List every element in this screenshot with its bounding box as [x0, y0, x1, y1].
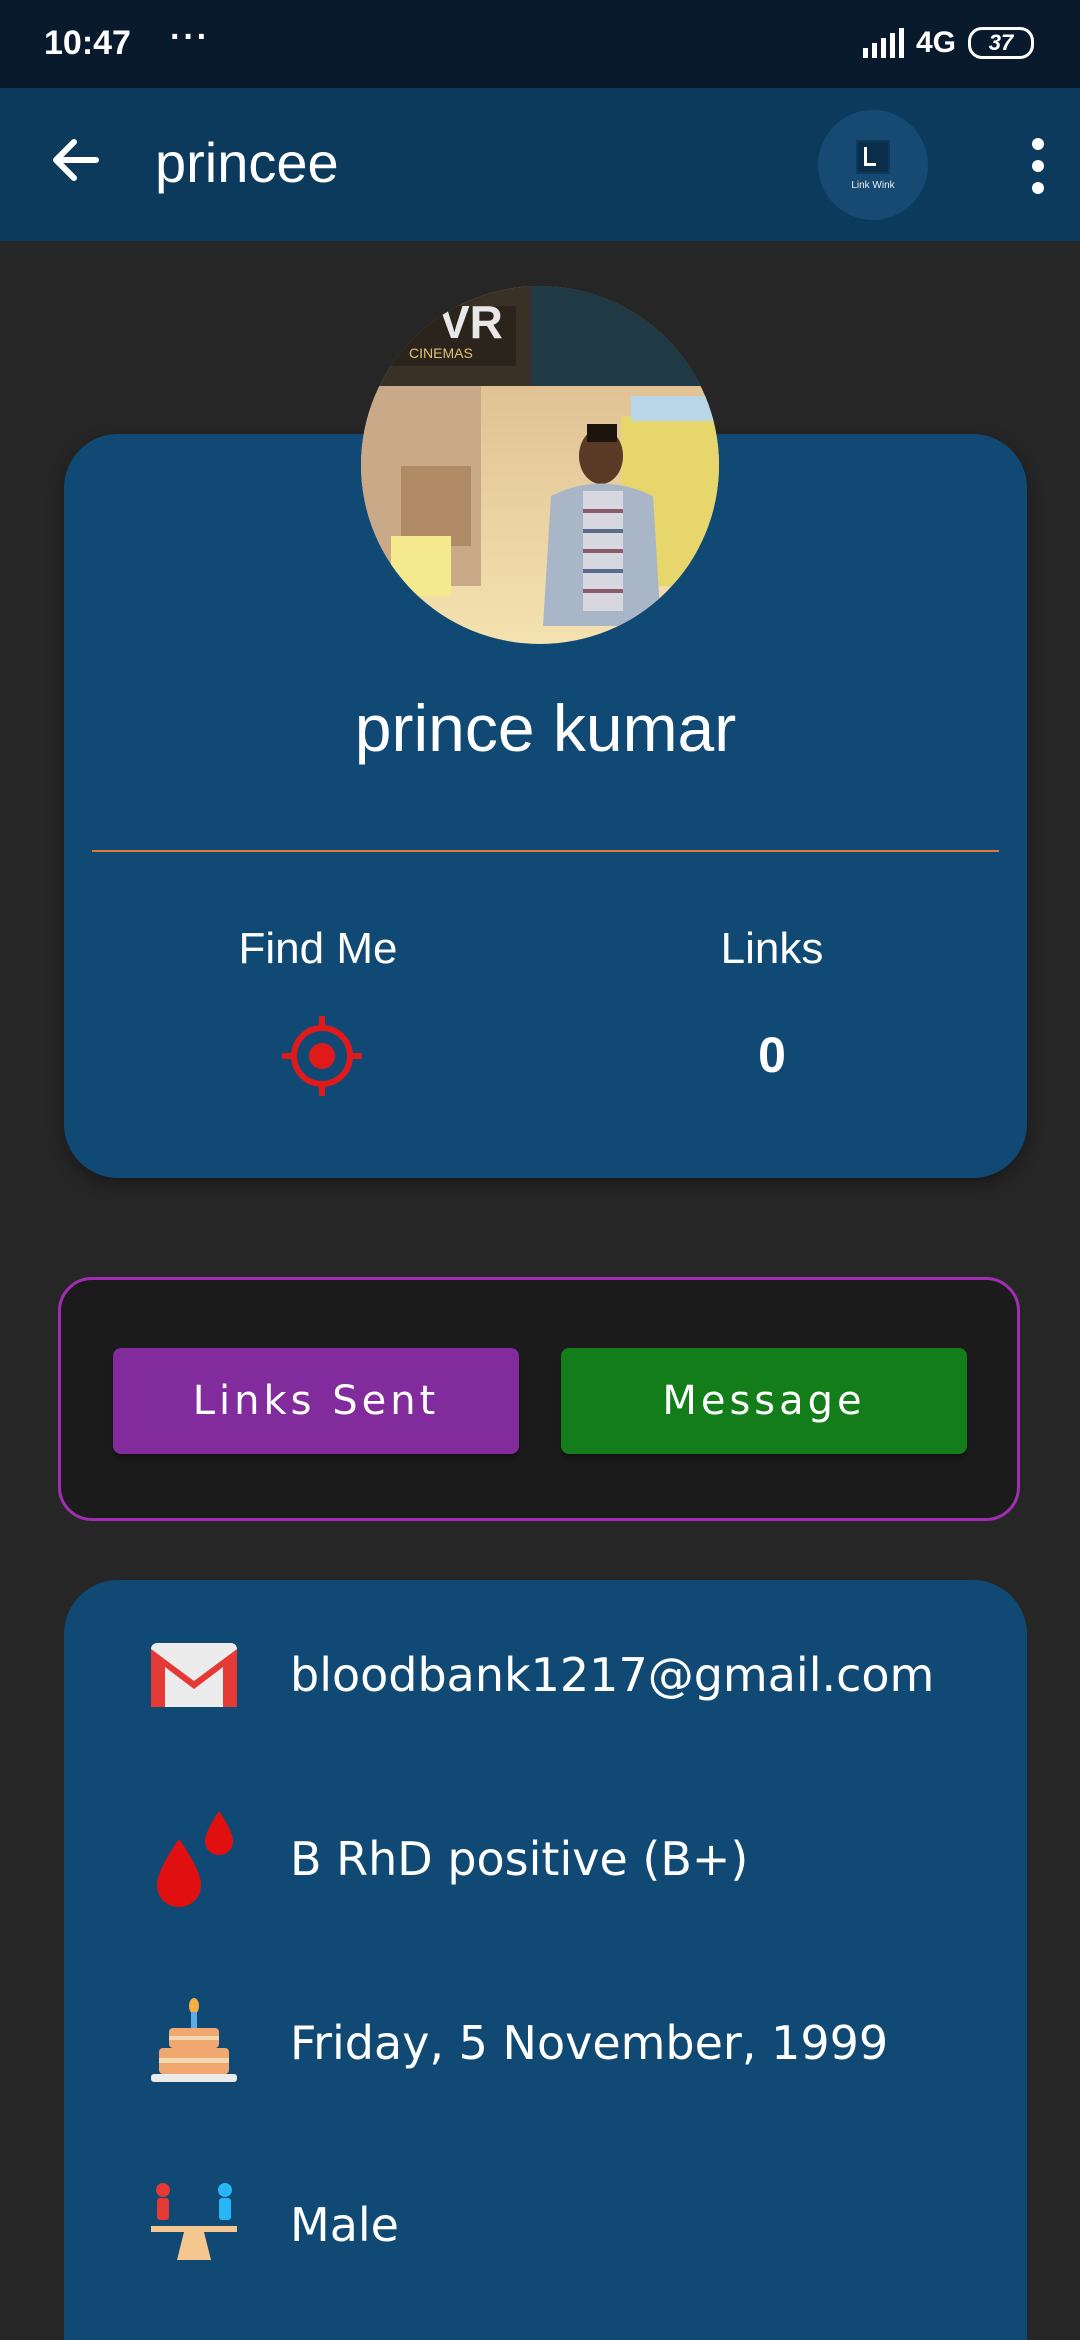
email-row[interactable]: bloodbank1217@gmail.com [144, 1620, 934, 1730]
avatar[interactable]: VR CINEMAS [361, 286, 719, 644]
info-card: bloodbank1217@gmail.com B RhD positive (… [64, 1580, 1027, 2340]
network-type: 4G [915, 26, 956, 59]
signal-icon [862, 28, 904, 58]
status-bar: 10:47 ··· 4G 37 [0, 0, 1080, 88]
status-time: 10:47 [44, 24, 131, 62]
birthday-cake-icon [144, 1993, 244, 2093]
status-more-dots: ··· [170, 18, 210, 56]
divider [92, 850, 999, 852]
actions-box: Links Sent Message [58, 1277, 1020, 1521]
blood-group-text: B RhD positive (B+) [290, 1832, 749, 1886]
back-arrow-icon[interactable] [46, 130, 106, 190]
gender-text: Male [290, 2198, 399, 2252]
dob-text: Friday, 5 November, 1999 [290, 2016, 889, 2070]
target-icon[interactable] [280, 1014, 364, 1098]
gmail-icon [144, 1625, 244, 1725]
gender-row: Male [144, 2170, 399, 2280]
more-vert-icon[interactable] [1026, 138, 1050, 194]
links-count: 0 [758, 1027, 786, 1083]
battery-icon: 37 [968, 27, 1034, 59]
profile-name: prince kumar [354, 691, 737, 765]
svg-text:CINEMAS: CINEMAS [409, 345, 473, 361]
logo-text: Link Wink [851, 179, 895, 191]
email-text: bloodbank1217@gmail.com [290, 1648, 935, 1702]
app-bar: princee Link Wink [0, 88, 1080, 241]
app-logo-button[interactable]: Link Wink [818, 110, 928, 220]
svg-text:VR: VR [439, 296, 503, 348]
dob-row: Friday, 5 November, 1999 [144, 1988, 888, 2098]
message-button[interactable]: Message [561, 1348, 967, 1454]
gender-seesaw-icon [144, 2175, 244, 2275]
page-title: princee [155, 131, 339, 194]
find-me-label: Find Me [238, 924, 398, 973]
blood-group-row: B RhD positive (B+) [144, 1804, 748, 1914]
link-wink-logo-icon [856, 139, 890, 174]
status-indicators: 4G 37 [862, 26, 1034, 60]
links-label: Links [720, 924, 824, 973]
blood-drop-icon [144, 1809, 244, 1909]
links-sent-button[interactable]: Links Sent [113, 1348, 519, 1454]
